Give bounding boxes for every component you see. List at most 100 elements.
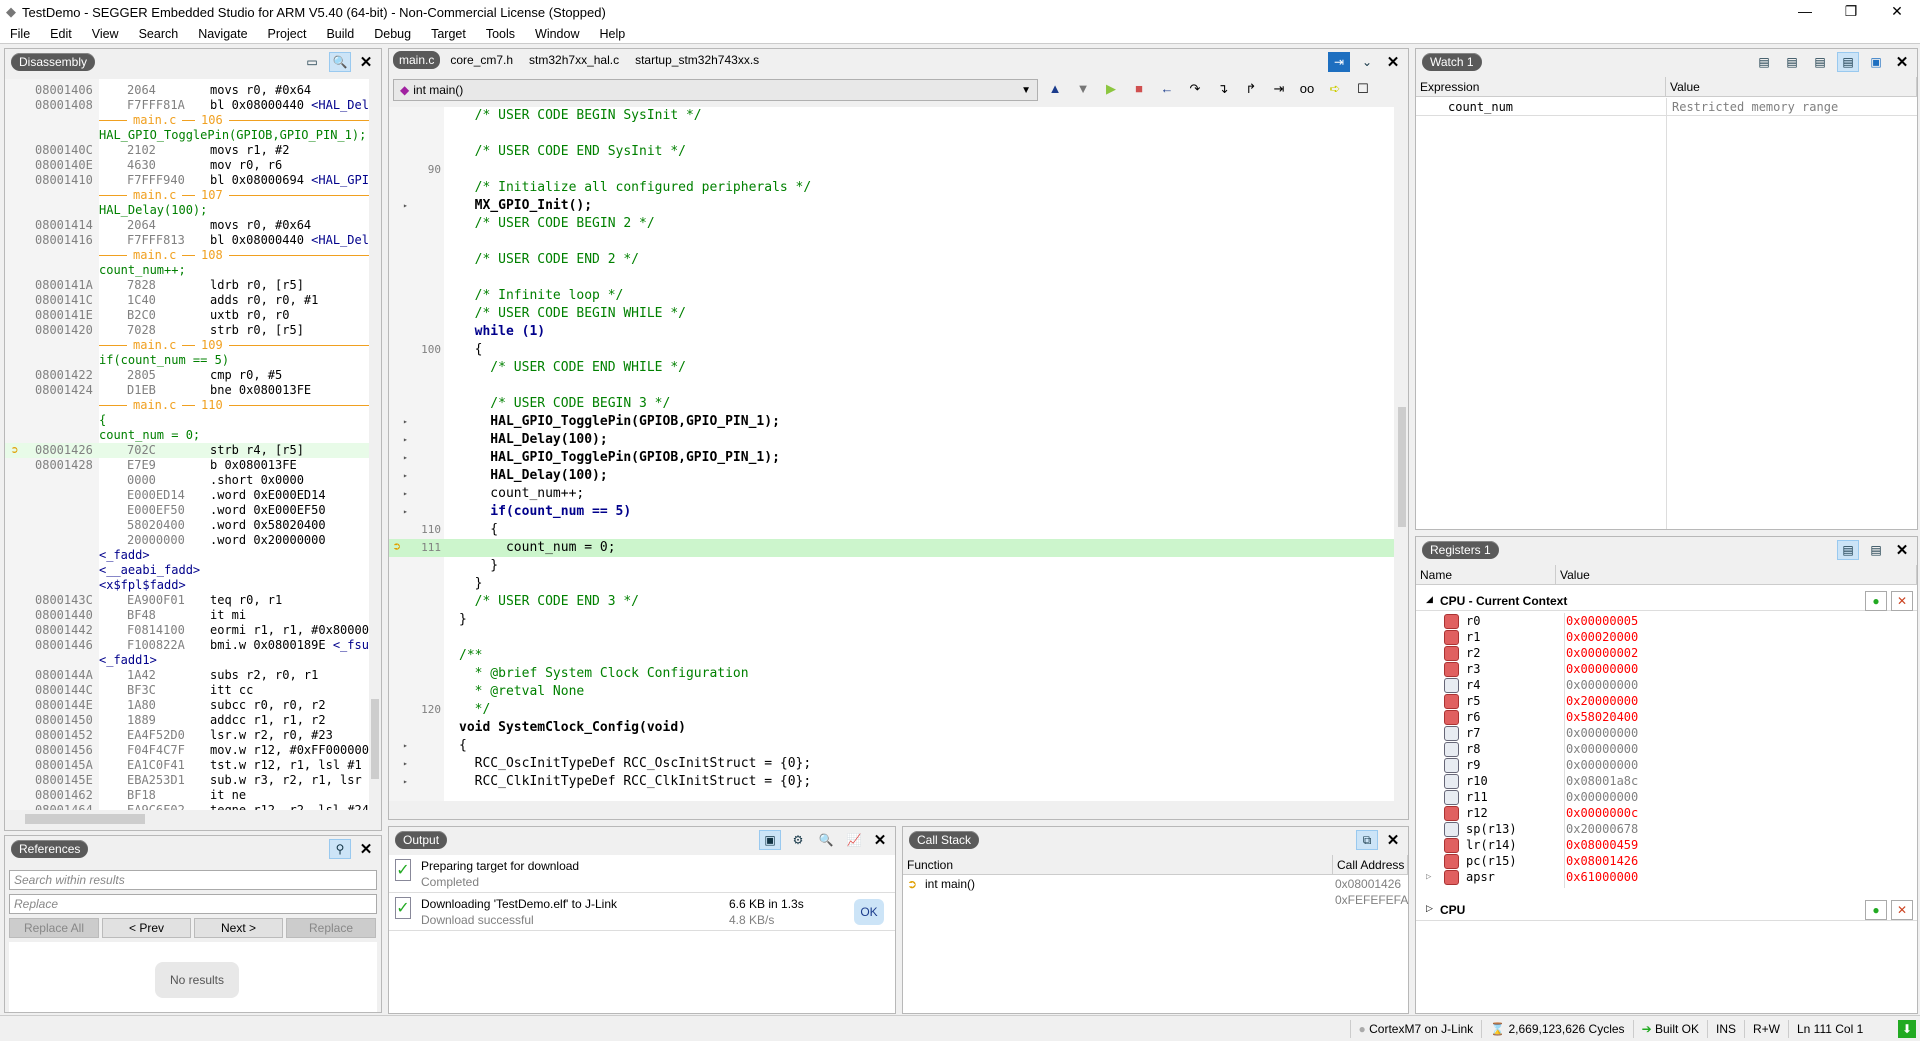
edit-watch-icon[interactable]: ▤	[1781, 52, 1803, 72]
register-group-cpu[interactable]: ▷ CPU ● ✕	[1416, 899, 1917, 921]
code-line[interactable]: ▸ RCC_OscInitTypeDef RCC_OscInitStruct =…	[389, 755, 1394, 773]
step-out-icon[interactable]: ↱	[1240, 81, 1262, 97]
code-line[interactable]: /* USER CODE BEGIN 3 */	[389, 395, 1394, 413]
register-value[interactable]: 0x20000000	[1566, 693, 1638, 709]
column-header-expression[interactable]: Expression	[1416, 77, 1666, 97]
disassembly-row[interactable]: 0800145A EA1C0F41 tst.w r12, r1, lsl #1	[5, 758, 369, 773]
disassembly-row[interactable]: 08001406 2064 movs r0, #0x64	[5, 83, 369, 98]
code-line[interactable]: void SystemClock_Config(void)	[389, 719, 1394, 737]
pin-icon[interactable]: ●	[1865, 591, 1887, 611]
disassembly-row[interactable]: 08001440 BF48 it mi	[5, 608, 369, 623]
column-header-value[interactable]: Value	[1666, 77, 1917, 97]
breakpoint-marker-icon[interactable]: ▸	[403, 449, 408, 467]
chart-icon[interactable]: 📈	[843, 830, 865, 850]
horizontal-scrollbar[interactable]	[5, 812, 369, 826]
disassembly-row[interactable]: 0800144C BF3C itt cc	[5, 683, 369, 698]
format-icon[interactable]: ▤	[1809, 52, 1831, 72]
register-value[interactable]: 0x00000000	[1566, 789, 1638, 805]
register-row[interactable]: lr(r14) 0x08000459	[1416, 837, 1917, 853]
insert-mode[interactable]: INS	[1706, 1019, 1744, 1038]
register-value[interactable]: 0x08000459	[1566, 837, 1638, 853]
cycles-status[interactable]: ⌛ 2,669,123,626 Cycles	[1481, 1019, 1632, 1038]
current-code-line[interactable]: 111 ➲ count_num = 0;	[389, 539, 1394, 557]
code-line[interactable]: /* USER CODE END 3 */	[389, 593, 1394, 611]
symbol-label[interactable]: <x$fpl$fadd>	[5, 578, 369, 593]
disassembly-row[interactable]: 58020400 .word 0x58020400	[5, 518, 369, 533]
register-row[interactable]: r5 0x20000000	[1416, 693, 1917, 709]
register-value[interactable]: 0x00000000	[1566, 741, 1638, 757]
code-line[interactable]: ▸ MX_GPIO_Init();	[389, 197, 1394, 215]
collapse-icon[interactable]: ◢	[1426, 594, 1433, 605]
step-into-icon[interactable]: ↴	[1212, 81, 1234, 97]
replace-input[interactable]: Replace	[9, 894, 377, 914]
disassembly-row[interactable]: 0000 .short 0x0000	[5, 473, 369, 488]
watch-options-icon[interactable]: ▤	[1837, 52, 1859, 72]
menu-window[interactable]: Window	[525, 27, 589, 41]
ok-button[interactable]: OK	[854, 899, 884, 925]
tab-startup-stm32h743xx-s[interactable]: startup_stm32h743xx.s	[629, 51, 765, 69]
call-stack-row[interactable]: 0xFEFEFEFA	[903, 893, 1408, 909]
disassembly-row[interactable]: 0800140C 2102 movs r1, #2	[5, 143, 369, 158]
code-line[interactable]: ▸ RCC_ClkInitTypeDef RCC_ClkInitStruct =…	[389, 773, 1394, 791]
menu-navigate[interactable]: Navigate	[188, 27, 257, 41]
register-value[interactable]: 0x00020000	[1566, 629, 1638, 645]
transcript-icon[interactable]: ▣	[759, 830, 781, 850]
code-line[interactable]: /* USER CODE END 2 */	[389, 251, 1394, 269]
breakpoint-marker-icon[interactable]: ▸	[403, 773, 408, 791]
disassembly-row[interactable]: E000EF50 .word 0xE000EF50	[5, 503, 369, 518]
breakpoint-marker-icon[interactable]: ▸	[403, 413, 408, 431]
column-header-name[interactable]: Name	[1416, 565, 1556, 585]
breakpoint-marker-icon[interactable]: ▸	[403, 755, 408, 773]
mixed-mode-icon[interactable]: ☐	[1352, 81, 1374, 97]
code-line[interactable]: /* USER CODE END SysInit */	[389, 143, 1394, 161]
stop-icon[interactable]: ■	[1128, 81, 1150, 97]
find-icon[interactable]: 🔍	[815, 830, 837, 850]
remove-icon[interactable]: ✕	[1891, 591, 1913, 611]
register-value[interactable]: 0x00000000	[1566, 661, 1638, 677]
code-line[interactable]	[389, 377, 1394, 395]
previous-icon[interactable]: ▲	[1044, 81, 1066, 97]
disassembly-row[interactable]: 08001428 E7E9 b 0x080013FE	[5, 458, 369, 473]
register-group-current-context[interactable]: ◢ CPU - Current Context ● ✕	[1416, 591, 1917, 611]
disassembly-row[interactable]: ➲ 08001426 702C strb r4, [r5]	[5, 443, 369, 458]
step-over-icon[interactable]: ↷	[1184, 81, 1206, 97]
register-row[interactable]: r1 0x00020000	[1416, 629, 1917, 645]
code-line[interactable]: }	[389, 557, 1394, 575]
code-line[interactable]: /* USER CODE END WHILE */	[389, 359, 1394, 377]
horizontal-scrollbar[interactable]	[389, 803, 1394, 817]
remove-icon[interactable]: ✕	[1891, 900, 1913, 920]
symbol-label[interactable]: <_fadd>	[5, 548, 369, 563]
code-line[interactable]: /* Initialize all configured peripherals…	[389, 179, 1394, 197]
column-header-value[interactable]: Value	[1556, 565, 1917, 585]
disassembly-row[interactable]: 0800143C EA900F01 teq r0, r1	[5, 593, 369, 608]
vertical-scrollbar[interactable]	[369, 79, 381, 810]
menu-build[interactable]: Build	[316, 27, 364, 41]
tab-main-c[interactable]: main.c	[393, 51, 441, 69]
register-row[interactable]: r9 0x00000000	[1416, 757, 1917, 773]
disassembly-row[interactable]: 08001416 F7FFF813 bl 0x08000440 <HAL_Dela	[5, 233, 369, 248]
disassembly-row[interactable]: 08001420 7028 strb r0, [r5]	[5, 323, 369, 338]
register-value[interactable]: 0x08001a8c	[1566, 773, 1638, 789]
register-value[interactable]: 0x00000005	[1566, 613, 1638, 629]
disassembly-row[interactable]: 0800141C 1C40 adds r0, r0, #1	[5, 293, 369, 308]
close-icon[interactable]: ✕	[357, 53, 375, 71]
code-line[interactable]: /* USER CODE BEGIN WHILE */	[389, 305, 1394, 323]
register-value[interactable]: 0x00000000	[1566, 677, 1638, 693]
disassembly-row[interactable]: 08001442 F0814100 eormi r1, r1, #0x800000	[5, 623, 369, 638]
code-line[interactable]: * @brief System Clock Configuration	[389, 665, 1394, 683]
menu-tools[interactable]: Tools	[476, 27, 525, 41]
disassembly-row[interactable]: 0800141A 7828 ldrb r0, [r5]	[5, 278, 369, 293]
code-line[interactable]: /**	[389, 647, 1394, 665]
register-value[interactable]: 0x08001426	[1566, 853, 1638, 869]
code-line[interactable]: 110 {	[389, 521, 1394, 539]
close-icon[interactable]: ✕	[1384, 53, 1402, 71]
disassembly-row[interactable]: 08001464 EA9C6F02 teqne r12, r2, lsl #24	[5, 803, 369, 810]
expand-icon[interactable]: ▷	[1426, 869, 1431, 885]
replace-button[interactable]: Replace	[286, 918, 376, 938]
maximize-button[interactable]: ❐	[1828, 0, 1874, 24]
go-icon[interactable]: ▶	[1100, 81, 1122, 97]
menu-file[interactable]: File	[0, 27, 40, 41]
close-icon[interactable]: ✕	[871, 831, 889, 849]
menu-target[interactable]: Target	[421, 27, 476, 41]
code-line[interactable]: ▸{	[389, 737, 1394, 755]
